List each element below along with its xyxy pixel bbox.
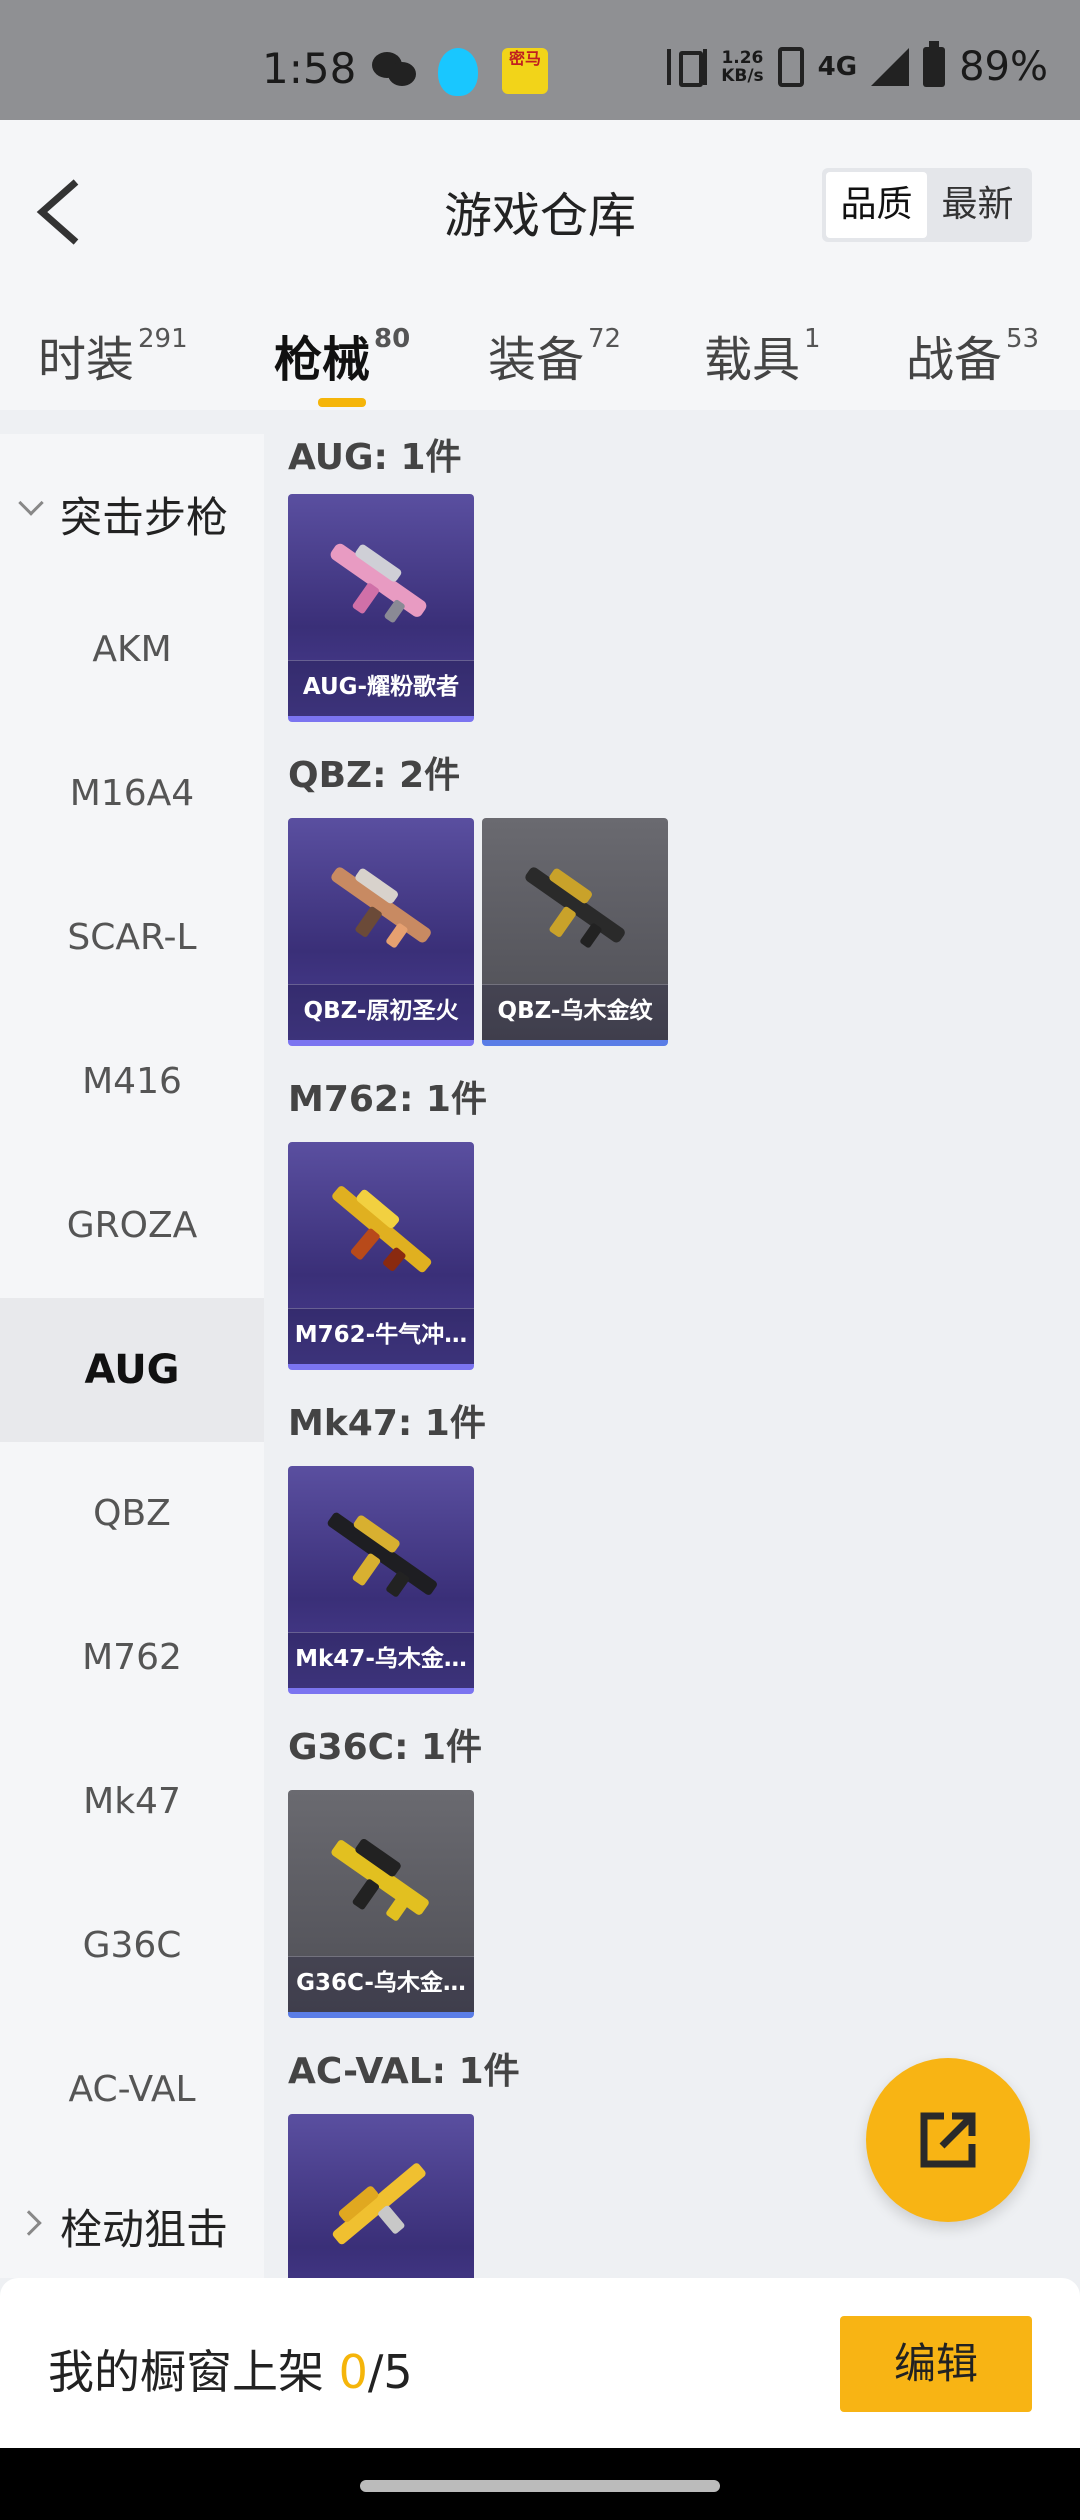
group-label-g36c: G36C: 1件 (288, 1727, 483, 1768)
category-label: 栓动狙击 (60, 2205, 229, 2254)
tab-count: 291 (138, 324, 188, 354)
edit-button[interactable]: 编辑 (840, 2316, 1032, 2412)
rifle-skin-icon (330, 543, 427, 623)
showcase-bar: 我的橱窗上架 0/5 编辑 (0, 2278, 1080, 2448)
sidebar-item-groza[interactable]: GROZA (0, 1154, 264, 1298)
group-label-ac-val: AC-VAL: 1件 (288, 2051, 520, 2092)
game-app-icon: 密马 (502, 48, 548, 94)
tab-vehicles[interactable]: 载具 1 (704, 320, 821, 390)
tab-count: 80 (374, 324, 411, 354)
skin-name: QBZ-乌木金纹 (482, 984, 668, 1040)
category-assault-rifles[interactable]: 突击步枪 (0, 464, 264, 564)
tab-count: 72 (588, 324, 622, 354)
rifle-skin-icon (332, 2163, 426, 2245)
sidebar-item-m16a4[interactable]: M16A4 (0, 722, 264, 866)
showcase-total: /5 (367, 2345, 413, 2399)
tab-count: 1 (804, 324, 821, 354)
skin-name: G36C-乌木金… (288, 1956, 474, 2012)
sort-newest-button[interactable]: 最新 (927, 172, 1028, 238)
tab-label: 枪械 (274, 332, 371, 388)
home-gesture-handle[interactable] (360, 2480, 720, 2492)
weapon-sidebar: 突击步枪 AKM M16A4 SCAR-L M416 GROZA AUG QBZ… (0, 434, 264, 2278)
status-right-group: 1.26 KB/s 4G 89% (667, 41, 1048, 90)
tab-label: 战备 (906, 332, 1003, 388)
rifle-skin-icon (331, 867, 431, 948)
network-type: 4G (817, 52, 858, 82)
active-tab-indicator (318, 398, 366, 407)
category-tabs: 时装 291 枪械 80 装备 72 载具 1 战备 53 (0, 320, 1080, 410)
group-label-aug: AUG: 1件 (288, 437, 462, 478)
battery-percent: 89% (959, 44, 1048, 90)
net-speed-value: 1.26 (721, 48, 764, 68)
rifle-skin-icon (525, 867, 625, 948)
chevron-right-icon (16, 2210, 42, 2236)
tab-guns[interactable]: 枪械 80 (274, 320, 410, 390)
rifle-skin-icon (331, 1838, 429, 1921)
net-speed: 1.26 KB/s (721, 49, 763, 85)
sidebar-item-m762[interactable]: M762 (0, 1586, 264, 1730)
showcase-text: 我的橱窗上架 (48, 2345, 339, 2399)
skin-card[interactable]: AUG-耀粉歌者 (288, 494, 474, 722)
group-label-mk47: Mk47: 1件 (288, 1403, 486, 1444)
rifle-skin-icon (332, 1186, 432, 1273)
rifle-skin-icon (327, 1512, 437, 1597)
sidebar-item-m416[interactable]: M416 (0, 1010, 264, 1154)
vibrate-icon (667, 49, 708, 87)
group-label-qbz: QBZ: 2件 (288, 755, 461, 796)
category-label: 突击步枪 (60, 493, 229, 542)
tab-count: 53 (1006, 324, 1040, 354)
sidebar-item-aug[interactable]: AUG (0, 1298, 264, 1442)
skin-card[interactable]: QBZ-乌木金纹 (482, 818, 668, 1046)
showcase-used-count: 0 (338, 2345, 368, 2399)
skin-card[interactable]: G36C-乌木金… (288, 1790, 474, 2018)
weapon-grid: AUG: 1件 AUG-耀粉歌者 QBZ: 2件 QBZ-原初圣火 QBZ-乌木… (264, 434, 1080, 2278)
skin-name: Mk47-乌木金… (288, 1632, 474, 1688)
battery-icon (923, 41, 946, 87)
sidebar-item-ac-val[interactable]: AC-VAL (0, 2018, 264, 2162)
tab-combat-supplies[interactable]: 战备 53 (906, 320, 1039, 390)
category-bolt-action-snipers[interactable]: 栓动狙击 (0, 2176, 264, 2276)
sidebar-item-mk47[interactable]: Mk47 (0, 1730, 264, 1874)
skin-name: M762-牛气冲… (288, 1308, 474, 1364)
sidebar-item-g36c[interactable]: G36C (0, 1874, 264, 2018)
chevron-down-icon (18, 490, 44, 516)
tab-equipment[interactable]: 装备 72 (488, 320, 621, 390)
wechat-icon (372, 48, 416, 92)
sidebar-item-qbz[interactable]: QBZ (0, 1442, 264, 1586)
skin-card[interactable]: Mk47-乌木金… (288, 1466, 474, 1694)
header: 游戏仓库 品质 最新 时装 291 枪械 80 装备 72 载具 1 战备 53 (0, 120, 1080, 410)
skin-name: QBZ-原初圣火 (288, 984, 474, 1040)
tab-label: 载具 (704, 332, 801, 388)
skin-card[interactable]: M762-牛气冲… (288, 1142, 474, 1370)
sim-icon (777, 47, 804, 87)
skin-card[interactable] (288, 2114, 474, 2278)
qq-icon (438, 48, 478, 96)
status-time: 1:58 (262, 44, 357, 93)
sidebar-item-scar-l[interactable]: SCAR-L (0, 866, 264, 1010)
sort-quality-button[interactable]: 品质 (826, 172, 927, 238)
group-label-m762: M762: 1件 (288, 1079, 487, 1120)
share-fab-button[interactable] (866, 2058, 1030, 2222)
skin-name: AUG-耀粉歌者 (288, 660, 474, 716)
sort-toggle: 品质 最新 (822, 168, 1032, 242)
tab-label: 时装 (38, 332, 135, 388)
skin-card[interactable]: QBZ-原初圣火 (288, 818, 474, 1046)
system-nav-bar (0, 2448, 1080, 2520)
signal-icon (871, 48, 910, 86)
showcase-label: 我的橱窗上架 0/5 (48, 2336, 413, 2402)
net-speed-unit: KB/s (721, 66, 764, 86)
tab-fashion[interactable]: 时装 291 (38, 320, 188, 390)
share-icon (920, 2112, 976, 2168)
sidebar-item-akm[interactable]: AKM (0, 578, 264, 722)
status-bar: 1:58 密马 1.26 KB/s 4G 89% (0, 0, 1080, 120)
tab-label: 装备 (488, 332, 585, 388)
